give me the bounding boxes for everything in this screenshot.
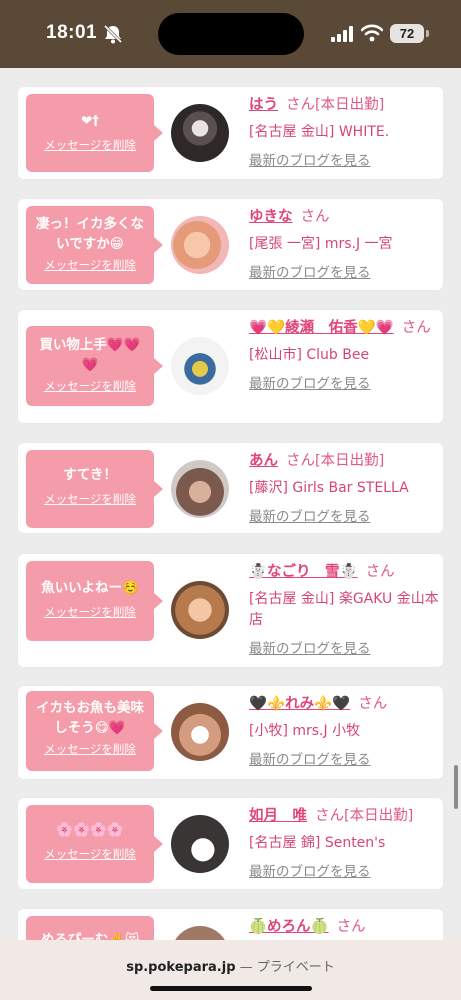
message-bubble: すてき！ メッセージを削除 (26, 450, 163, 528)
honorific: さん (315, 808, 344, 824)
wifi-icon (361, 24, 383, 42)
on-duty-badge: [本日出勤] (344, 808, 414, 824)
message-bubble: 凄っ！イカ多くないですか😁 メッセージを削除 (26, 206, 163, 284)
shop-info: [小牧] mrs.J 小牧 (249, 723, 361, 739)
on-duty-badge: [本日出勤] (315, 97, 385, 113)
address-text[interactable]: sp.pokepara.jp — プライベート (0, 956, 461, 975)
url-domain: sp.pokepara.jp (126, 960, 236, 975)
honorific: さん (358, 696, 388, 712)
shop-info: [名古屋 金山] WHITE. (249, 124, 390, 140)
avatar[interactable] (171, 815, 229, 873)
delete-message-link[interactable]: メッセージを削除 (26, 741, 154, 757)
message-bubble: 買い物上手💗💗💗 メッセージを削除 (26, 326, 163, 406)
honorific: さん (286, 97, 315, 113)
status-bar: 18:01 72 (0, 0, 461, 68)
latest-blog-link[interactable]: 最新のブログを見る (249, 149, 439, 169)
url-separator: — (235, 960, 257, 975)
cast-name-link[interactable]: ☃️なごり 雪☃️ (249, 564, 358, 580)
message-bubble: 🌸🌸🌸🌸 メッセージを削除 (26, 805, 163, 883)
message-card: 魚いいよねー☺️ メッセージを削除 ☃️なごり 雪☃️ さん [名古屋 金山] 楽… (18, 554, 443, 667)
battery-tip (426, 30, 429, 37)
message-bubble: イカもお魚も美味しそう😋💗 メッセージを削除 (26, 691, 163, 771)
shop-info: [尾張 一宮] mrs.J 一宮 (249, 236, 393, 252)
message-text: 買い物上手💗💗💗 (39, 337, 141, 373)
bell-off-icon (103, 24, 123, 44)
shop-info: [名古屋 金山] 楽GAKU 金山本店 (249, 591, 439, 628)
browser-address-bar[interactable]: sp.pokepara.jp — プライベート (0, 940, 461, 1000)
message-text: 凄っ！イカ多くないですか😁 (36, 216, 144, 252)
avatar[interactable] (171, 460, 229, 518)
latest-blog-link[interactable]: 最新のブログを見る (249, 637, 439, 657)
cast-name-link[interactable]: 💗💛綾瀬 佑香💛💗 (249, 320, 394, 336)
cast-name-link[interactable]: 🍈めろん🍈 (249, 919, 329, 935)
avatar[interactable] (171, 337, 229, 395)
message-feed[interactable]: ❤† メッセージを削除 はう さん[本日出勤] [名古屋 金山] WHITE. 最… (0, 68, 461, 948)
honorific: さん (336, 919, 366, 935)
latest-blog-link[interactable]: 最新のブログを見る (249, 860, 439, 880)
message-bubble: 魚いいよねー☺️ メッセージを削除 (26, 561, 163, 641)
honorific: さん (286, 453, 315, 469)
cast-name-link[interactable]: はう (249, 97, 278, 113)
cast-name-link[interactable]: あん (249, 453, 278, 469)
message-card: 🌸🌸🌸🌸 メッセージを削除 如月 唯さん[本日出勤] [名古屋 錦] Sente… (18, 798, 443, 889)
message-card: すてき！ メッセージを削除 あん さん[本日出勤] [藤沢] Girls Bar … (18, 443, 443, 533)
delete-message-link[interactable]: メッセージを削除 (26, 137, 154, 153)
latest-blog-link[interactable]: 最新のブログを見る (249, 372, 439, 392)
cast-name-link[interactable]: ゆきな (249, 209, 293, 225)
private-mode-label: プライベート (256, 960, 335, 975)
shop-info: [松山市] Club Bee (249, 347, 370, 363)
scrollbar-thumb[interactable] (454, 765, 458, 809)
shop-info: [藤沢] Girls Bar STELLA (249, 480, 409, 496)
dynamic-island (158, 13, 304, 55)
delete-message-link[interactable]: メッセージを削除 (26, 491, 154, 507)
on-duty-badge: [本日出勤] (315, 453, 385, 469)
avatar[interactable] (171, 104, 229, 162)
avatar[interactable] (171, 581, 229, 639)
latest-blog-link[interactable]: 最新のブログを見る (249, 505, 439, 525)
cellular-signal-icon (331, 26, 353, 42)
message-text: 魚いいよねー☺️ (41, 580, 139, 596)
message-text: ❤† (80, 113, 100, 129)
message-text: イカもお魚も美味しそう😋💗 (36, 700, 144, 736)
message-card: 買い物上手💗💗💗 メッセージを削除 💗💛綾瀬 佑香💛💗 さん [松山市] Club… (18, 310, 443, 423)
home-indicator[interactable] (150, 986, 312, 991)
message-card: 凄っ！イカ多くないですか😁 メッセージを削除 ゆきな さん [尾張 一宮] mrs… (18, 199, 443, 290)
message-card: ❤† メッセージを削除 はう さん[本日出勤] [名古屋 金山] WHITE. 最… (18, 87, 443, 179)
cast-name-link[interactable]: 🖤⚜️れみ⚜️🖤 (249, 696, 350, 712)
honorific: さん (401, 320, 431, 336)
honorific: さん (300, 209, 330, 225)
latest-blog-link[interactable]: 最新のブログを見る (249, 261, 439, 281)
message-text: すてき！ (63, 467, 117, 483)
status-time: 18:01 (46, 22, 98, 43)
cast-name-link[interactable]: 如月 唯 (249, 808, 307, 824)
latest-blog-link[interactable]: 最新のブログを見る (249, 748, 439, 768)
message-text: 🌸🌸🌸🌸 (56, 822, 124, 838)
shop-info: [名古屋 錦] Senten's (249, 835, 386, 851)
delete-message-link[interactable]: メッセージを削除 (26, 604, 154, 620)
honorific: さん (365, 564, 395, 580)
message-card: イカもお魚も美味しそう😋💗 メッセージを削除 🖤⚜️れみ⚜️🖤 さん [小牧] m… (18, 686, 443, 779)
avatar[interactable] (171, 703, 229, 761)
delete-message-link[interactable]: メッセージを削除 (26, 846, 154, 862)
delete-message-link[interactable]: メッセージを削除 (26, 378, 154, 394)
battery-level: 72 (390, 24, 424, 43)
delete-message-link[interactable]: メッセージを削除 (26, 257, 154, 273)
message-bubble: ❤† メッセージを削除 (26, 94, 163, 172)
avatar[interactable] (171, 216, 229, 274)
